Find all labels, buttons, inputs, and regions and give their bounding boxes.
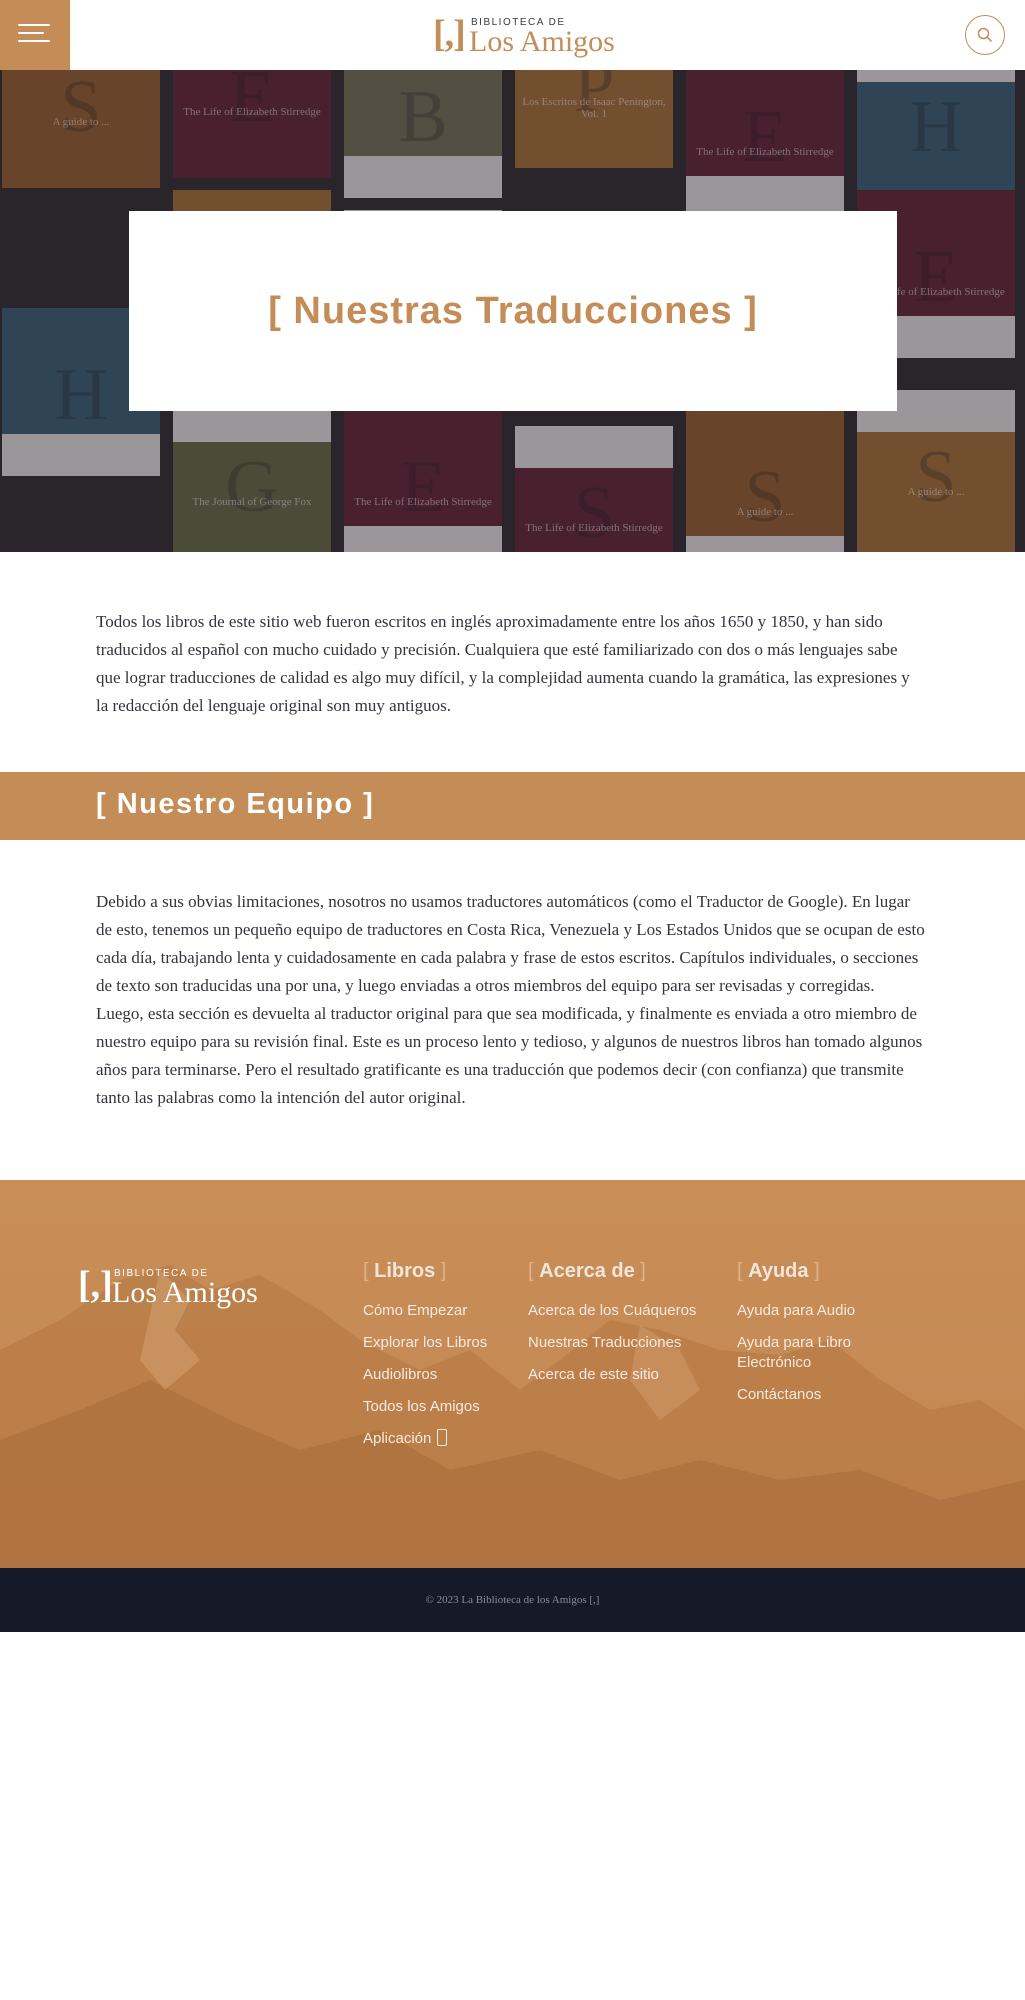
copyright-text: © 2023 La Biblioteca de los Amigos [,] xyxy=(425,1594,600,1606)
team-section-title: [ Nuestro Equipo ] xyxy=(96,788,375,820)
footer-logo-title: Los Amigos xyxy=(112,1276,258,1309)
logo-mark: [,] xyxy=(433,13,466,55)
footer-logo-mark: [,] xyxy=(78,1264,113,1306)
footer-link-explorar-libros[interactable]: Explorar los Libros xyxy=(363,1333,503,1353)
site-header: [,] BIBLIOTECA DE Los Amigos xyxy=(0,0,1025,70)
footer-link-aplicacion[interactable]: Aplicación xyxy=(363,1429,503,1449)
search-button[interactable] xyxy=(965,15,1005,55)
site-logo[interactable]: [,] BIBLIOTECA DE Los Amigos xyxy=(433,14,623,58)
team-paragraph: Debido a sus obvias limitaciones, nosotr… xyxy=(96,892,925,1107)
footer-column-libros: [ Libros ] Cómo Empezar Explorar los Lib… xyxy=(363,1260,503,1461)
logo-title: Los Amigos xyxy=(469,25,615,58)
hamburger-icon-line xyxy=(18,40,50,42)
footer-link-todos-amigos[interactable]: Todos los Amigos xyxy=(363,1397,503,1417)
search-icon xyxy=(977,27,993,43)
footer-link-acerca-sitio[interactable]: Acerca de este sitio xyxy=(528,1365,708,1385)
footer-column-title: [ Ayuda ] xyxy=(737,1260,820,1282)
footer-column-title: [ Libros ] xyxy=(363,1260,447,1282)
footer-column-acerca: [ Acerca de ] Acerca de los Cuáqueros Nu… xyxy=(528,1260,708,1397)
footer-logo[interactable]: [,] BIBLIOTECA DE Los Amigos xyxy=(78,1265,278,1309)
hero-banner: SA guide to ... H E The Life of Elizabeth S… xyxy=(0,70,1025,552)
team-section-header: [ Nuestro Equipo ] xyxy=(0,772,1025,840)
footer-column-ayuda: [ Ayuda ] Ayuda para Audio Ayuda para Li… xyxy=(737,1260,907,1417)
footer-link-nuestras-traducciones[interactable]: Nuestras Traducciones xyxy=(528,1333,708,1353)
footer-link-acerca-cuaqueros[interactable]: Acerca de los Cuáqueros xyxy=(528,1301,708,1321)
footer-column-title: [ Acerca de ] xyxy=(528,1260,646,1282)
site-footer: [,] BIBLIOTECA DE Los Amigos [ Libros ] … xyxy=(0,1180,1025,1568)
footer-link-aplicacion-label: Aplicación xyxy=(363,1430,432,1447)
hamburger-icon-line xyxy=(18,32,44,34)
phone-icon xyxy=(437,1429,448,1446)
hamburger-icon xyxy=(18,24,50,26)
footer-link-como-empezar[interactable]: Cómo Empezar xyxy=(363,1301,503,1321)
hero-title-card: [ Nuestras Traducciones ] xyxy=(129,211,897,411)
intro-paragraph: Todos los libros de este sitio web fuero… xyxy=(96,612,910,715)
footer-link-ayuda-libro[interactable]: Ayuda para Libro Electrónico xyxy=(737,1333,907,1373)
footer-link-ayuda-audio[interactable]: Ayuda para Audio xyxy=(737,1301,907,1321)
menu-button[interactable] xyxy=(0,0,70,70)
footer-link-contactanos[interactable]: Contáctanos xyxy=(737,1385,907,1405)
footer-link-audiolibros[interactable]: Audiolibros xyxy=(363,1365,503,1385)
page-title: [ Nuestras Traducciones ] xyxy=(268,289,758,332)
copyright-bar: © 2023 La Biblioteca de los Amigos [,] xyxy=(0,1568,1025,1632)
